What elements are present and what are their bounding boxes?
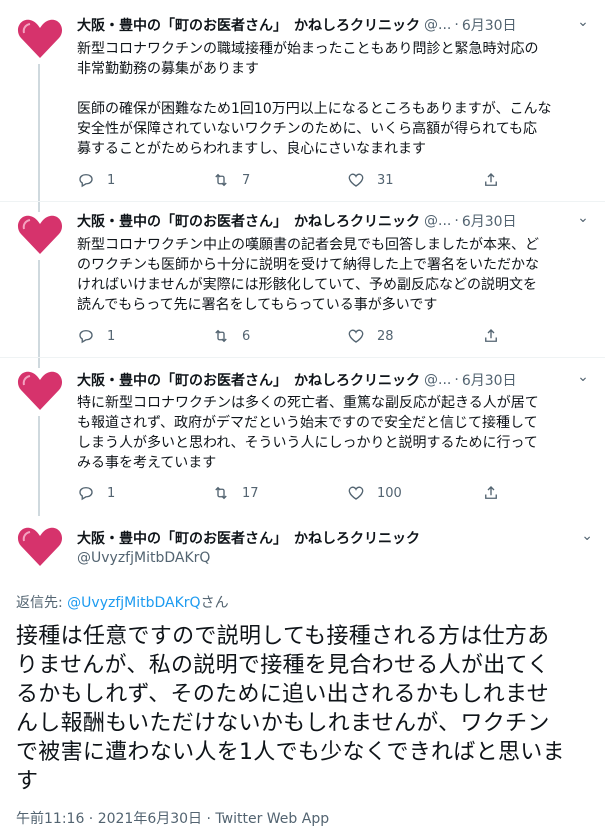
reply-count: 1	[107, 485, 116, 501]
reply-mention-link[interactable]: @UvyzfjMitbDAKrQ	[67, 595, 200, 611]
reply-icon	[79, 330, 93, 344]
reply-button[interactable]: 1	[77, 484, 212, 502]
tweet-text-line: るかもしれず、そのために追い出されるかもしれませ	[16, 682, 550, 707]
tweet-text-line: 読んでもらって先に署名をしてもらっている事が多いです	[77, 297, 438, 313]
separator: ·	[454, 213, 459, 229]
heart-avatar-icon[interactable]	[16, 522, 64, 570]
tweet-text-line: 接種は任意ですので説明しても接種される方は仕方あ	[16, 624, 550, 649]
tweet-text: 接種は任意ですので説明しても接種される方は仕方あ りませんが、私の説明で接種を見…	[16, 622, 596, 796]
retweet-count: 6	[242, 328, 251, 344]
like-icon	[348, 329, 364, 343]
share-icon	[485, 329, 497, 342]
thread-line	[38, 416, 40, 516]
display-name[interactable]: 大阪・豊中の「町のお医者さん」 かねしろクリニック	[77, 370, 420, 390]
tweet-text-line: 安全性が保障されていないワクチンのために、いくら高額が得られても応	[77, 121, 538, 137]
reply-button[interactable]: 1	[77, 327, 212, 345]
more-icon[interactable]: ⌄	[573, 210, 593, 226]
tweet-text-line: 特に新型コロナワクチンは多くの死亡者、重篤な副反応が起きる人が居て	[77, 395, 539, 411]
retweet-button[interactable]: 6	[212, 327, 347, 345]
tweet-text-line: しまう人が多いと思われ、そういう人にしっかりと説明するために行って	[77, 435, 538, 451]
retweet-count: 17	[242, 485, 259, 501]
like-count: 28	[377, 328, 394, 344]
user-handle[interactable]: @...	[424, 213, 451, 229]
share-button[interactable]	[482, 327, 512, 345]
tweet-text-line: 医師の確保が困難なため1回10万円以上になるところもありますが、こんな	[77, 101, 552, 117]
tweet-text-line: も報道されず、政府がデマだという始末ですので安全だと信じて接種して	[77, 415, 538, 431]
share-icon	[485, 486, 497, 499]
tweet-text-line: んし報酬もいただけないかもしれませんが、ワクチン	[16, 711, 550, 736]
like-button[interactable]: 100	[347, 484, 482, 502]
retweet-count: 7	[242, 172, 251, 188]
tweet-text-line: りませんが、私の説明で接種を見合わせる人が出てく	[16, 653, 550, 678]
tweet-date[interactable]: 6月30日	[462, 15, 517, 35]
like-icon	[348, 486, 364, 500]
like-count: 100	[377, 485, 402, 501]
display-name[interactable]: 大阪・豊中の「町のお医者さん」 かねしろクリニック	[77, 15, 420, 35]
reply-to-line: 返信先: @UvyzfjMitbDAKrQさん	[16, 592, 229, 612]
reply-icon	[79, 174, 93, 188]
tweet-text: 新型コロナワクチン中止の嘆願書の記者会見でも回答しましたが本来、ど のワクチンも…	[77, 235, 592, 315]
tweet-text-line: 非常勤勤務の募集があります	[77, 61, 259, 77]
share-button[interactable]	[482, 171, 512, 189]
more-icon[interactable]: ⌄	[573, 14, 593, 30]
tweet-timestamp[interactable]: 午前11:16 · 2021年6月30日 · Twitter Web App	[16, 808, 329, 828]
divider	[0, 357, 605, 358]
retweet-icon	[215, 486, 227, 500]
like-count: 31	[377, 172, 394, 188]
tweet-text-line: 新型コロナワクチンの職域接種が始まったこともあり問診と緊急時対応の	[77, 41, 539, 57]
display-name[interactable]: 大阪・豊中の「町のお医者さん」 かねしろクリニック	[77, 211, 420, 231]
tweet-text-line: 募することがためらわれますし、良心にさいなまれます	[77, 141, 427, 157]
tweet-text-line: 新型コロナワクチン中止の嘆願書の記者会見でも回答しましたが本来、ど	[77, 237, 539, 253]
retweet-button[interactable]: 17	[212, 484, 347, 502]
tweet-date[interactable]: 6月30日	[462, 370, 517, 390]
more-icon[interactable]: ⌄	[573, 369, 593, 385]
tweet-text-line: みる事を考えています	[77, 455, 217, 471]
user-handle[interactable]: @...	[424, 17, 451, 33]
divider	[0, 201, 605, 202]
tweet-date[interactable]: 6月30日	[462, 211, 517, 231]
retweet-icon	[215, 329, 227, 343]
retweet-button[interactable]: 7	[212, 171, 347, 189]
heart-avatar-icon[interactable]	[16, 366, 64, 414]
tweet-text-line: で被害に遭わない人を1人でも少なくできればと思いま	[16, 740, 565, 765]
reply-count: 1	[107, 328, 116, 344]
like-button[interactable]: 31	[347, 171, 482, 189]
reply-icon	[79, 487, 93, 501]
reply-button[interactable]: 1	[77, 171, 212, 189]
separator: ·	[454, 372, 459, 388]
reply-count: 1	[107, 172, 116, 188]
thread-line	[38, 64, 40, 212]
heart-avatar-icon[interactable]	[16, 210, 64, 258]
tweet-text-line: のワクチンも医師から十分に説明を受けて納得した上で署名をいただかな	[77, 257, 539, 273]
tweet-text-line: す	[16, 769, 39, 794]
thread-line	[38, 260, 40, 368]
user-handle[interactable]: @...	[424, 372, 451, 388]
retweet-icon	[215, 173, 227, 187]
reply-to-suffix: さん	[200, 595, 229, 611]
tweet-text-line: ければいけませんが実際には形骸化していて、予め副反応などの説明文を	[77, 277, 538, 293]
heart-avatar-icon[interactable]	[16, 14, 64, 62]
tweet-text: 特に新型コロナワクチンは多くの死亡者、重篤な副反応が起きる人が居て も報道されず…	[77, 393, 592, 473]
tweet-text: 新型コロナワクチンの職域接種が始まったこともあり問診と緊急時対応の 非常勤勤務の…	[77, 39, 592, 159]
like-icon	[348, 173, 364, 187]
user-handle[interactable]: @UvyzfjMitbDAKrQ	[77, 550, 210, 566]
like-button[interactable]: 28	[347, 327, 482, 345]
separator: ·	[454, 17, 459, 33]
share-icon	[485, 173, 497, 186]
share-button[interactable]	[482, 484, 512, 502]
display-name[interactable]: 大阪・豊中の「町のお医者さん」 かねしろクリニック	[77, 528, 420, 548]
more-icon[interactable]: ⌄	[581, 528, 593, 544]
reply-to-prefix: 返信先:	[16, 595, 68, 611]
